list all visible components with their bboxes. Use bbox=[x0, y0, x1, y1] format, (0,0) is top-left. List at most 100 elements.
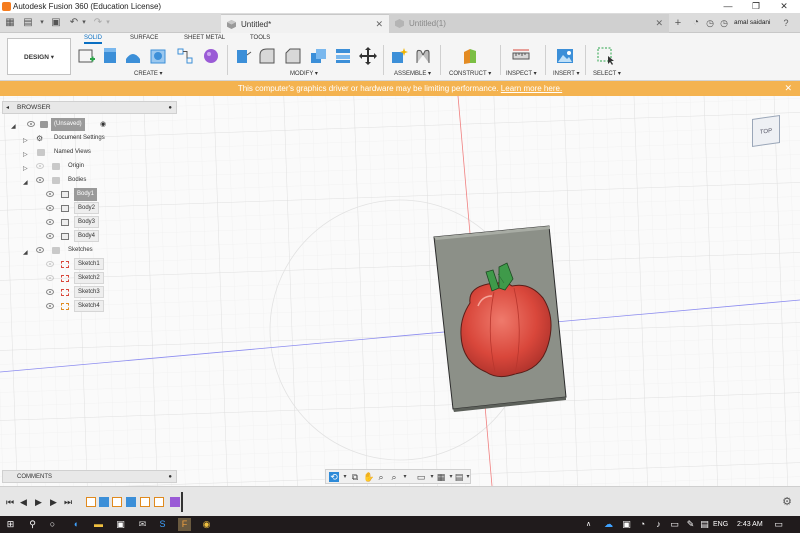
search-icon[interactable]: ⚲ bbox=[26, 518, 39, 531]
visibility-eye-icon[interactable] bbox=[36, 163, 44, 169]
redo-dropdown-icon[interactable]: ▾ bbox=[102, 17, 114, 29]
file-menu-dropdown-icon[interactable]: ▾ bbox=[36, 17, 48, 29]
windows-start-icon[interactable]: ⊞ bbox=[4, 518, 17, 531]
tab-tools[interactable]: TOOLS bbox=[250, 35, 270, 41]
timeline-sketch-icon[interactable] bbox=[140, 497, 150, 507]
language-indicator[interactable]: ENG bbox=[713, 516, 728, 533]
file-menu-icon[interactable]: ▤ bbox=[22, 17, 34, 29]
go-to-start-icon[interactable]: ⏮ bbox=[6, 496, 14, 508]
onedrive-icon[interactable]: ☁ bbox=[602, 518, 615, 531]
visibility-eye-icon[interactable] bbox=[36, 247, 44, 253]
app-grid-icon[interactable]: ▦ bbox=[4, 17, 16, 29]
fit-icon[interactable]: ⌕ bbox=[389, 472, 399, 482]
chrome-icon[interactable]: ◉ bbox=[200, 518, 213, 531]
fillet-icon[interactable] bbox=[258, 47, 276, 65]
chamfer-icon[interactable] bbox=[284, 47, 302, 65]
construct-menu[interactable]: CONSTRUCT ▾ bbox=[449, 70, 491, 77]
visibility-eye-icon[interactable] bbox=[46, 191, 54, 197]
comments-pin-icon[interactable]: ● bbox=[168, 471, 172, 483]
timeline-form-icon[interactable] bbox=[170, 497, 180, 507]
tab-surface[interactable]: SURFACE bbox=[130, 35, 158, 41]
visibility-eye-icon[interactable] bbox=[46, 219, 54, 225]
restore-icon[interactable]: ❐ bbox=[742, 0, 770, 13]
sweep-icon[interactable] bbox=[149, 47, 167, 65]
comments-panel[interactable]: COMMENTS ● bbox=[2, 470, 177, 483]
display-settings-icon[interactable]: ▭ bbox=[416, 472, 426, 482]
assemble-menu[interactable]: ASSEMBLE ▾ bbox=[394, 70, 431, 77]
play-icon[interactable]: ▶ bbox=[35, 496, 42, 508]
browser-item-sketch3[interactable]: Sketch3 bbox=[46, 286, 106, 299]
fusion360-taskbar-icon[interactable]: F bbox=[178, 518, 191, 531]
learn-more-link[interactable]: Learn more here. bbox=[501, 84, 562, 93]
browser-item-sketch2[interactable]: Sketch2 bbox=[46, 272, 106, 285]
browser-item-body3[interactable]: Body3 bbox=[46, 216, 106, 229]
browser-item-body4[interactable]: Body4 bbox=[46, 230, 106, 243]
pan-icon[interactable]: ✋ bbox=[363, 472, 374, 482]
notification-center-icon[interactable]: ▭ bbox=[772, 518, 785, 531]
task-view-icon[interactable]: ○ bbox=[46, 518, 59, 531]
viewports-dropdown-icon[interactable]: ▾ bbox=[463, 472, 473, 482]
timeline-sketch-icon[interactable] bbox=[86, 497, 96, 507]
store-icon[interactable]: ▣ bbox=[114, 518, 127, 531]
step-back-icon[interactable]: ◀ bbox=[20, 496, 27, 508]
fit-dropdown-icon[interactable]: ▾ bbox=[400, 472, 410, 482]
view-cube[interactable]: TOP bbox=[752, 115, 780, 147]
browser-item-document-settings[interactable]: ▷ ⚙ Document Settings bbox=[23, 132, 173, 145]
browser-item-body2[interactable]: Body2 bbox=[46, 202, 106, 215]
skype-icon[interactable]: S bbox=[156, 518, 169, 531]
close-tab-icon[interactable]: ✕ bbox=[655, 14, 663, 33]
browser-root[interactable]: ◢ (Unsaved) ◉ bbox=[11, 118, 171, 131]
revolve-icon[interactable] bbox=[124, 47, 142, 65]
orbit-dropdown-icon[interactable]: ▾ bbox=[340, 472, 350, 482]
measure-icon[interactable] bbox=[512, 47, 530, 65]
visibility-eye-icon[interactable] bbox=[46, 233, 54, 239]
close-banner-icon[interactable]: ✕ bbox=[784, 81, 792, 96]
browser-item-bodies[interactable]: ◢ Bodies bbox=[23, 174, 173, 187]
workspace-switcher[interactable]: DESIGN ▾ bbox=[7, 38, 71, 75]
expand-triangle-icon[interactable]: ◢ bbox=[23, 177, 28, 190]
insert-image-icon[interactable] bbox=[556, 47, 574, 65]
combine-icon[interactable] bbox=[334, 47, 352, 65]
shell-icon[interactable] bbox=[309, 47, 327, 65]
extrude-icon[interactable] bbox=[101, 47, 119, 65]
grid-settings-icon[interactable]: ▦ bbox=[436, 472, 446, 482]
timeline-extrude-icon[interactable] bbox=[126, 497, 136, 507]
mail-icon[interactable]: ✉ bbox=[136, 518, 149, 531]
tab-untitled-1[interactable]: Untitled(1) ✕ bbox=[389, 14, 669, 33]
user-name[interactable]: amal saidani bbox=[734, 13, 771, 33]
close-window-icon[interactable]: ✕ bbox=[770, 0, 798, 13]
press-pull-icon[interactable] bbox=[234, 47, 252, 65]
tray-app-icon[interactable]: ▣ bbox=[620, 518, 633, 531]
activate-radio-icon[interactable]: ◉ bbox=[100, 118, 106, 131]
browser-item-origin[interactable]: ▷ Origin bbox=[23, 160, 173, 173]
undo-dropdown-icon[interactable]: ▾ bbox=[78, 17, 90, 29]
select-icon[interactable] bbox=[597, 47, 615, 65]
inspect-menu[interactable]: INSPECT ▾ bbox=[506, 70, 537, 77]
edge-icon[interactable]: ◐ bbox=[70, 518, 83, 531]
visibility-eye-icon[interactable] bbox=[27, 121, 35, 127]
close-tab-icon[interactable]: ✕ bbox=[375, 15, 383, 34]
tab-solid[interactable]: SOLID bbox=[84, 35, 103, 44]
browser-item-body1[interactable]: Body1 bbox=[46, 188, 106, 201]
visibility-eye-icon[interactable] bbox=[46, 275, 54, 281]
step-forward-icon[interactable]: ▶ bbox=[50, 496, 57, 508]
timeline-marker[interactable] bbox=[181, 492, 183, 512]
visibility-eye-icon[interactable] bbox=[46, 289, 54, 295]
insert-menu[interactable]: INSERT ▾ bbox=[553, 70, 579, 77]
timeline-settings-gear-icon[interactable]: ⚙ bbox=[782, 495, 792, 508]
timeline-extrude-icon[interactable] bbox=[99, 497, 109, 507]
wifi-icon[interactable]: ◔ bbox=[636, 518, 649, 531]
tab-sheet-metal[interactable]: SHEET METAL bbox=[184, 35, 225, 41]
pen-icon[interactable]: ✎ bbox=[684, 518, 697, 531]
timeline-sketch-icon[interactable] bbox=[112, 497, 122, 507]
expand-triangle-icon[interactable]: ◢ bbox=[11, 121, 16, 134]
select-menu[interactable]: SELECT ▾ bbox=[593, 70, 621, 77]
visibility-eye-icon[interactable] bbox=[46, 303, 54, 309]
minimize-icon[interactable]: — bbox=[714, 0, 742, 13]
create-menu[interactable]: CREATE ▾ bbox=[134, 70, 163, 77]
help-icon[interactable]: ? bbox=[780, 17, 792, 29]
zoom-icon[interactable]: ⌕ bbox=[376, 472, 386, 482]
expand-triangle-icon[interactable]: ◢ bbox=[23, 247, 28, 260]
volume-icon[interactable]: ♪ bbox=[652, 518, 665, 531]
orbit-icon[interactable]: ⟲ bbox=[329, 472, 339, 482]
